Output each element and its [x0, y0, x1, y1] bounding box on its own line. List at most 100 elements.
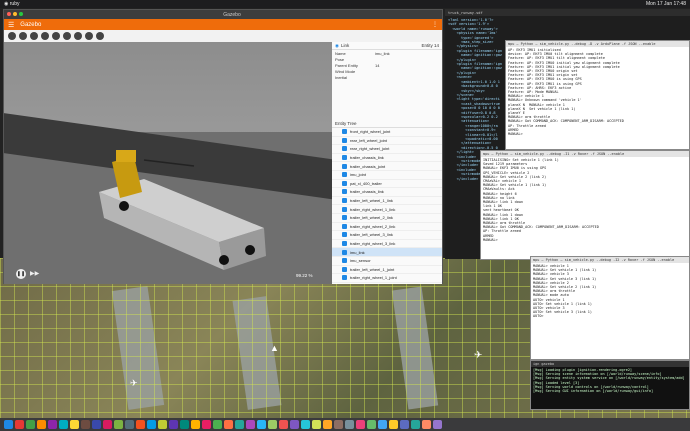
dock-app-icon[interactable]: [103, 420, 112, 429]
dock-app-icon[interactable]: [114, 420, 123, 429]
dock-app-icon[interactable]: [59, 420, 68, 429]
entity-tree-item[interactable]: rear_left_wheel_joint: [332, 137, 442, 146]
dock-app-icon[interactable]: [323, 420, 332, 429]
entity-label: imu_sensor: [350, 258, 371, 264]
vehicle-marker[interactable]: ✈: [130, 378, 138, 389]
dock-app-icon[interactable]: [26, 420, 35, 429]
entity-tree-item[interactable]: trailer_chassis_joint: [332, 162, 442, 171]
dock-app-icon[interactable]: [15, 420, 24, 429]
entity-tree-item[interactable]: trailer_left_wheel_3_link: [332, 231, 442, 240]
dock-app-icon[interactable]: [4, 420, 13, 429]
dock-app-icon[interactable]: [136, 420, 145, 429]
entity-tree: front_right_wheel_joint rear_left_wheel_j…: [332, 128, 442, 283]
app-title: Gazebo: [20, 21, 42, 28]
entity-tree-item[interactable]: trailer_chassis_link: [332, 154, 442, 163]
entity-label: trailer_right_wheel_1_joint: [350, 275, 397, 281]
box-shape-icon[interactable]: [41, 32, 49, 40]
dock-app-icon[interactable]: [235, 420, 244, 429]
dock-app-icon[interactable]: [147, 420, 156, 429]
dock-app-icon[interactable]: [389, 420, 398, 429]
dock-app-icon[interactable]: [334, 420, 343, 429]
terminal-plane[interactable]: mpu — Python — sim_vehicle.py --debug -D…: [505, 40, 690, 150]
terminal-rover-1[interactable]: mpu — Python — sim_vehicle.py --debug -I…: [480, 150, 690, 260]
entity-tree-item[interactable]: trailer_left_wheel_1_joint: [332, 266, 442, 275]
apple-icon[interactable]: ◉: [4, 1, 8, 7]
dock-app-icon[interactable]: [345, 420, 354, 429]
property-row[interactable]: Inertial: [332, 74, 442, 80]
entity-tree-item[interactable]: front_right_wheel_joint: [332, 128, 442, 137]
vehicle-marker[interactable]: ▲: [270, 343, 279, 353]
entity-tree-item[interactable]: trailer_right_wheel_1_joint: [332, 274, 442, 283]
dock-app-icon[interactable]: [92, 420, 101, 429]
window-titlebar[interactable]: Gazebo: [4, 10, 442, 19]
dock-app-icon[interactable]: [290, 420, 299, 429]
entity-tree-item[interactable]: imu_link: [332, 248, 442, 257]
dock-app-icon[interactable]: [81, 420, 90, 429]
rotate-tool-icon[interactable]: [30, 32, 38, 40]
dock-app-icon[interactable]: [191, 420, 200, 429]
dock-app-icon[interactable]: [312, 420, 321, 429]
dock-app-icon[interactable]: [169, 420, 178, 429]
dock-app-icon[interactable]: [158, 420, 167, 429]
vehicle-marker[interactable]: ✈: [474, 350, 482, 361]
entity-tree-item[interactable]: trailer_right_wheel_3_link: [332, 240, 442, 249]
dock-app-icon[interactable]: [422, 420, 431, 429]
dock-app-icon[interactable]: [367, 420, 376, 429]
dock-app-icon[interactable]: [433, 420, 442, 429]
gazebo-window[interactable]: Gazebo ☰ Gazebo ⋮ ❚❚ ▶▶ 99.22 % ◉ Link E…: [3, 9, 443, 284]
entity-tree-item[interactable]: imu_joint: [332, 171, 442, 180]
active-app-name[interactable]: ruby: [10, 1, 20, 7]
dock-app-icon[interactable]: [224, 420, 233, 429]
dock-app-icon[interactable]: [257, 420, 266, 429]
play-button[interactable]: ❚❚: [16, 269, 26, 279]
capsule-shape-icon[interactable]: [74, 32, 82, 40]
entity-tree-item[interactable]: trailer_chassis_link: [332, 188, 442, 197]
dock-app-icon[interactable]: [213, 420, 222, 429]
camera-icon[interactable]: [96, 32, 104, 40]
terminal-line: [Msg] Serving GUI information on [/world…: [533, 389, 654, 394]
entity-tree-item[interactable]: trailer_left_wheel_2_link: [332, 214, 442, 223]
entity-tree-item[interactable]: imu_sensor: [332, 257, 442, 266]
dock-app-icon[interactable]: [37, 420, 46, 429]
dock-app-icon[interactable]: [411, 420, 420, 429]
link-icon: ◉: [335, 42, 339, 48]
entity-icon: [342, 275, 347, 281]
editor-tab[interactable]: truck_runway.sdf: [448, 11, 483, 15]
property-value[interactable]: imu_link: [375, 51, 390, 56]
entity-tree-item[interactable]: trailer_right_wheel_2_link: [332, 223, 442, 232]
entity-tree-item[interactable]: rear_right_wheel_joint: [332, 145, 442, 154]
dock-app-icon[interactable]: [356, 420, 365, 429]
sphere-shape-icon[interactable]: [52, 32, 60, 40]
dock-app-icon[interactable]: [125, 420, 134, 429]
select-tool-icon[interactable]: [8, 32, 16, 40]
translate-tool-icon[interactable]: [19, 32, 27, 40]
light-icon[interactable]: [85, 32, 93, 40]
entity-label: trailer_right_wheel_3_link: [350, 241, 396, 247]
dock-app-icon[interactable]: [246, 420, 255, 429]
dock-app-icon[interactable]: [400, 420, 409, 429]
dock-app-icon[interactable]: [279, 420, 288, 429]
terminal-gazebo[interactable]: ign gazebo [Msg] Loading plugin [ignitio…: [530, 360, 690, 410]
dock-app-icon[interactable]: [268, 420, 277, 429]
cylinder-shape-icon[interactable]: [63, 32, 71, 40]
entity-tree-item[interactable]: trailer_right_wheel_1_link: [332, 205, 442, 214]
entity-tree-item[interactable]: trailer_left_wheel_1_link: [332, 197, 442, 206]
hamburger-menu-icon[interactable]: ☰: [8, 21, 14, 29]
dock-app-icon[interactable]: [301, 420, 310, 429]
more-options-icon[interactable]: ⋮: [432, 21, 438, 28]
dock-app-icon[interactable]: [378, 420, 387, 429]
3d-scene-viewport[interactable]: ❚❚ ▶▶ 99.22 %: [4, 42, 332, 284]
dock-app-icon[interactable]: [70, 420, 79, 429]
close-icon[interactable]: [7, 11, 11, 16]
entity-tree-item[interactable]: pat_xl_400_trailer: [332, 180, 442, 189]
maximize-icon[interactable]: [19, 11, 23, 16]
property-value[interactable]: 14: [375, 63, 379, 68]
dock-app-icon[interactable]: [180, 420, 189, 429]
minimize-icon[interactable]: [13, 11, 17, 16]
real-time-factor: 99.22 %: [296, 273, 313, 278]
dock-app-icon[interactable]: [48, 420, 57, 429]
menubar-clock[interactable]: Mon 17 Jan 17:48: [646, 1, 686, 7]
step-button[interactable]: ▶▶: [30, 270, 39, 277]
terminal-rover-2[interactable]: mpu — Python — sim_vehicle.py --debug -I…: [530, 256, 690, 360]
dock-app-icon[interactable]: [202, 420, 211, 429]
